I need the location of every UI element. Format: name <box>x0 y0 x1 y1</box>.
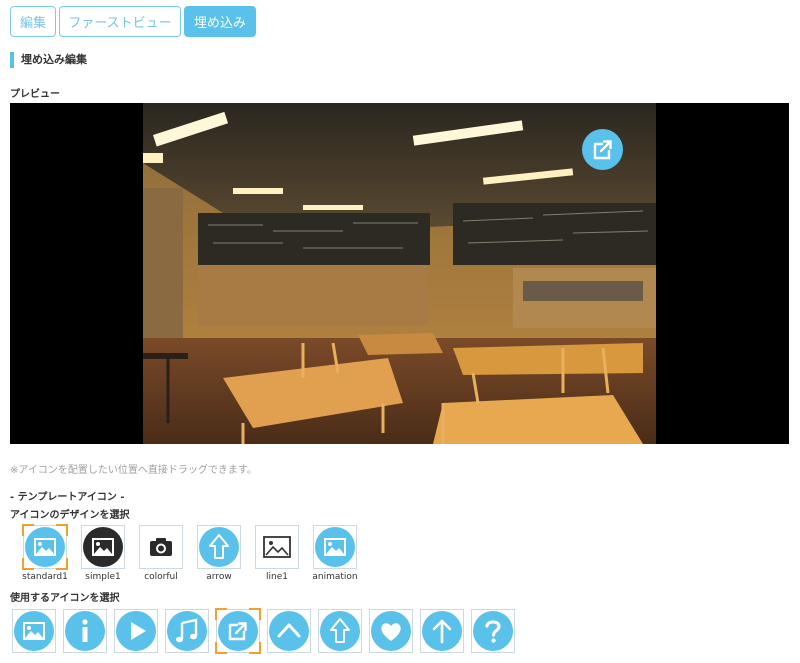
design-option-standard1[interactable]: standard1 <box>16 524 74 582</box>
heart-icon <box>371 611 411 651</box>
use-option-heart[interactable] <box>369 609 413 653</box>
info-icon <box>65 611 105 651</box>
design-caption: standard1 <box>22 572 68 582</box>
design-caption: animation <box>312 572 358 582</box>
design-caption: colorful <box>144 572 178 582</box>
image-icon <box>14 611 54 651</box>
design-option-box[interactable] <box>197 525 241 569</box>
preview-image <box>143 103 656 444</box>
design-option-box[interactable] <box>22 524 68 570</box>
tab-bar: 編集 ファーストビュー 埋め込み <box>10 6 259 37</box>
use-option-play[interactable] <box>114 609 158 653</box>
design-option-arrow[interactable]: arrow <box>190 525 248 582</box>
embedded-external-link-icon[interactable] <box>582 129 623 170</box>
use-option-up-arrow[interactable] <box>318 609 362 653</box>
selection-corner <box>56 558 68 570</box>
use-option-music[interactable] <box>165 609 209 653</box>
design-caption: simple1 <box>85 572 121 582</box>
play-icon <box>116 611 156 651</box>
use-icon-row <box>12 608 522 654</box>
use-option-question[interactable] <box>471 609 515 653</box>
design-option-box[interactable] <box>81 525 125 569</box>
up-arrow-icon <box>320 611 360 651</box>
design-option-line1[interactable]: line1 <box>248 525 306 582</box>
use-option-external-link[interactable] <box>215 608 261 654</box>
selection-corner <box>215 642 227 654</box>
up-arrow-icon <box>199 527 239 567</box>
section-title: 埋め込み編集 <box>10 52 87 68</box>
design-option-box[interactable] <box>139 525 183 569</box>
image-icon <box>263 536 291 558</box>
template-heading: - テンプレートアイコン - <box>10 492 125 503</box>
tab-first-view[interactable]: ファーストビュー <box>59 6 181 37</box>
design-caption: line1 <box>266 572 288 582</box>
selection-corner <box>22 558 34 570</box>
tab-embed[interactable]: 埋め込み <box>184 6 256 37</box>
design-caption: arrow <box>206 572 232 582</box>
drag-hint: ※アイコンを配置したい位置へ直接ドラッグできます。 <box>10 465 257 476</box>
selection-corner <box>249 642 261 654</box>
design-option-box[interactable] <box>313 525 357 569</box>
design-row: standard1 simple1 colorful arrow line1 a… <box>16 524 364 582</box>
design-heading: アイコンのデザインを選択 <box>10 510 130 521</box>
selection-corner <box>56 524 68 536</box>
chevron-up-icon <box>269 611 309 651</box>
arrow-up-icon <box>422 611 462 651</box>
image-icon <box>83 527 123 567</box>
use-heading: 使用するアイコンを選択 <box>10 593 120 604</box>
use-option-chevron-up[interactable] <box>267 609 311 653</box>
design-option-box[interactable] <box>255 525 299 569</box>
image-icon <box>315 527 355 567</box>
music-icon <box>167 611 207 651</box>
use-option-arrow-up[interactable] <box>420 609 464 653</box>
preview-label: プレビュー <box>10 89 60 100</box>
camera-icon <box>150 538 172 556</box>
use-option-image[interactable] <box>12 609 56 653</box>
question-icon <box>473 611 513 651</box>
tab-edit[interactable]: 編集 <box>10 6 56 37</box>
use-option-info[interactable] <box>63 609 107 653</box>
design-option-animation[interactable]: animation <box>306 525 364 582</box>
design-option-simple1[interactable]: simple1 <box>74 525 132 582</box>
selection-corner <box>249 608 261 620</box>
selection-corner <box>22 524 34 536</box>
preview-area <box>10 103 789 444</box>
design-option-colorful[interactable]: colorful <box>132 525 190 582</box>
selection-corner <box>215 608 227 620</box>
